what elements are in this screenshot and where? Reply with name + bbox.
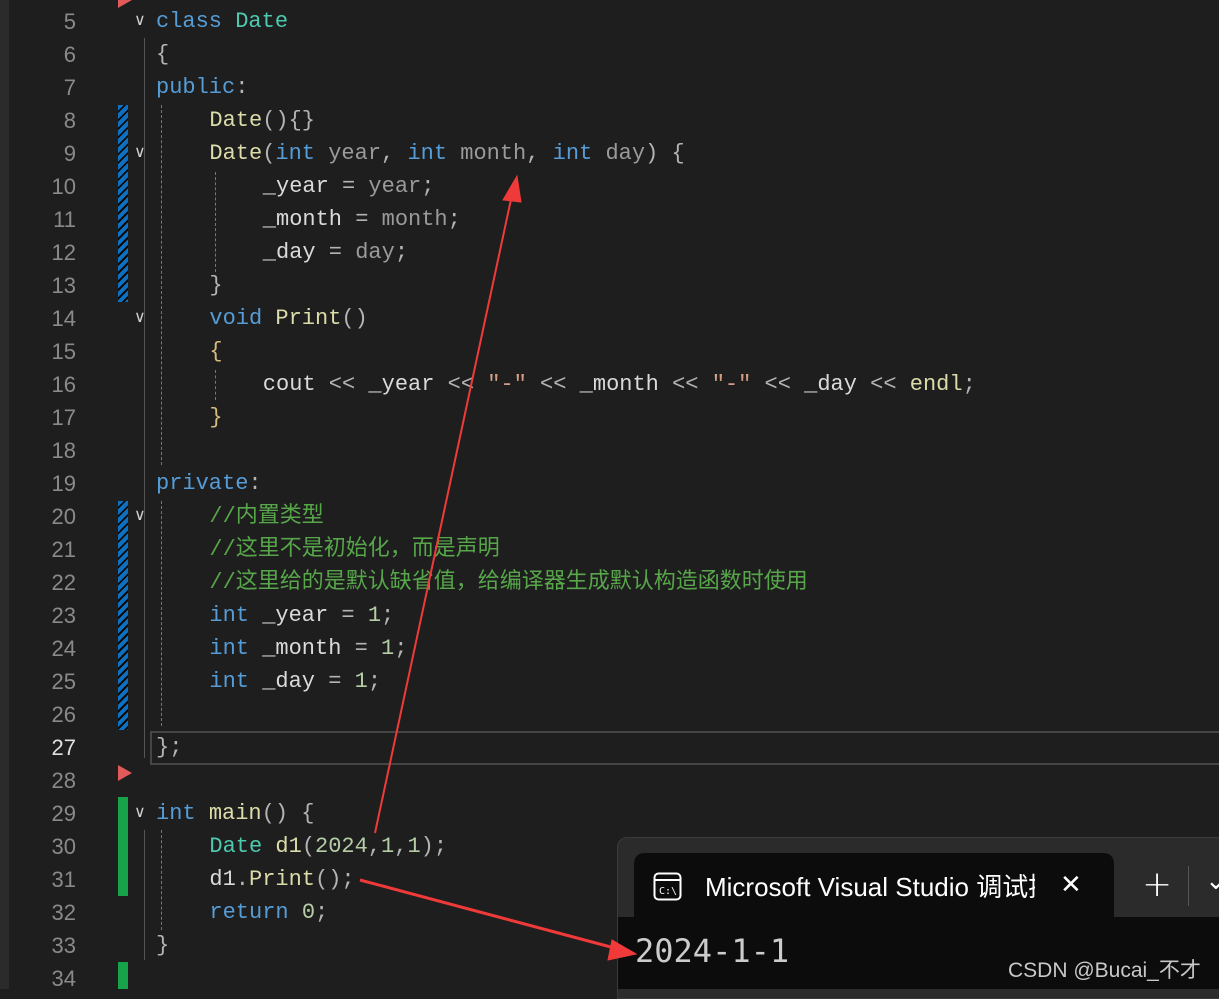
arrow-constructor-to-call [374, 174, 522, 834]
annotation-arrows [359, 174, 638, 961]
arrow-print-to-output [359, 878, 638, 961]
